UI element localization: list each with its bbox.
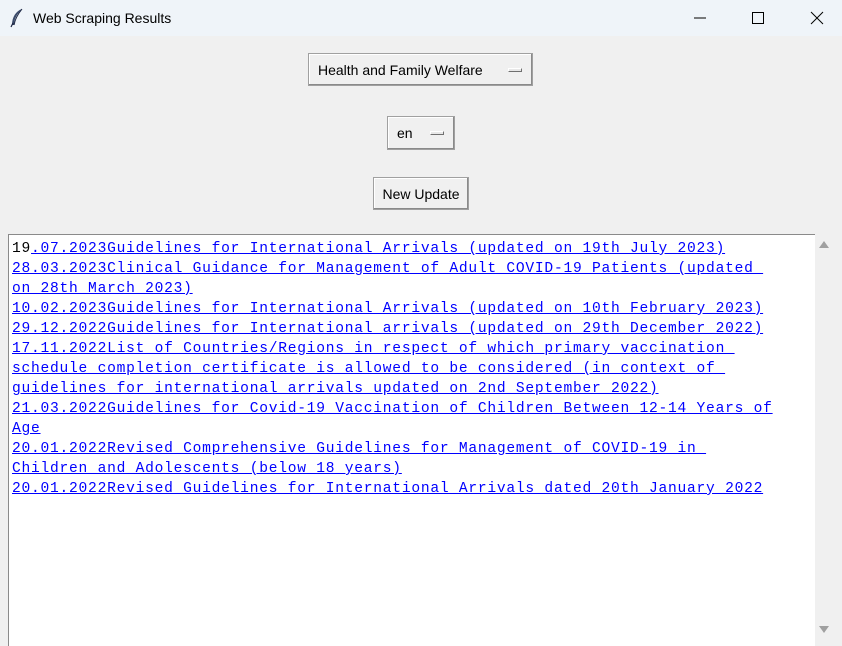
result-link[interactable]: Age xyxy=(12,421,41,437)
maximize-icon xyxy=(752,12,764,24)
result-link[interactable]: Children and Adolescents (below 18 years… xyxy=(12,461,402,477)
result-link[interactable]: 17.11.2022List of Countries/Regions in r… xyxy=(12,341,735,357)
result-link[interactable]: 20.01.2022Revised Comprehensive Guidelin… xyxy=(12,441,706,457)
results-text-area[interactable]: 19.07.2023Guidelines for International A… xyxy=(8,234,815,646)
scroll-down-arrow-icon[interactable] xyxy=(819,626,829,633)
vertical-scrollbar[interactable] xyxy=(815,234,834,646)
result-line[interactable]: Children and Adolescents (below 18 years… xyxy=(12,459,815,479)
result-link[interactable]: 21.03.2022Guidelines for Covid-19 Vaccin… xyxy=(12,401,773,417)
result-line[interactable]: 28.03.2023Clinical Guidance for Manageme… xyxy=(12,259,815,279)
title-bar: Web Scraping Results xyxy=(0,0,842,36)
department-dropdown[interactable]: Health and Family Welfare xyxy=(308,53,533,86)
feather-icon xyxy=(10,8,23,28)
result-line[interactable]: 20.01.2022Revised Comprehensive Guidelin… xyxy=(12,439,815,459)
result-link[interactable]: 29.12.2022Guidelines for International a… xyxy=(12,321,763,337)
result-line[interactable]: 21.03.2022Guidelines for Covid-19 Vaccin… xyxy=(12,399,815,419)
close-button[interactable] xyxy=(794,0,840,36)
language-dropdown-label: en xyxy=(397,125,413,141)
close-icon xyxy=(810,11,824,25)
window-title: Web Scraping Results xyxy=(33,10,172,26)
language-dropdown[interactable]: en xyxy=(387,116,455,150)
result-line[interactable]: 19.07.2023Guidelines for International A… xyxy=(12,239,815,259)
result-line[interactable]: 17.11.2022List of Countries/Regions in r… xyxy=(12,339,815,359)
dropdown-indicator-icon xyxy=(430,131,444,135)
result-line[interactable]: schedule completion certificate is allow… xyxy=(12,359,815,379)
maximize-button[interactable] xyxy=(735,0,781,36)
result-link[interactable]: 28.03.2023Clinical Guidance for Manageme… xyxy=(12,261,763,277)
result-line[interactable]: 20.01.2022Revised Guidelines for Interna… xyxy=(12,479,815,499)
scroll-up-arrow-icon[interactable] xyxy=(819,241,829,248)
result-link[interactable]: on 28th March 2023) xyxy=(12,281,193,297)
result-line[interactable]: on 28th March 2023) xyxy=(12,279,815,299)
result-line-prefix: 19 xyxy=(12,241,32,257)
new-update-button[interactable]: New Update xyxy=(373,177,469,210)
result-link[interactable]: 20.01.2022Revised Guidelines for Interna… xyxy=(12,481,763,497)
result-line[interactable]: guidelines for international arrivals up… xyxy=(12,379,815,399)
department-dropdown-label: Health and Family Welfare xyxy=(318,61,483,78)
result-line[interactable]: Age xyxy=(12,419,815,439)
result-link[interactable]: .07.2023Guidelines for International Arr… xyxy=(31,241,725,257)
dropdown-indicator-icon xyxy=(508,67,522,72)
minimize-icon xyxy=(694,17,706,19)
result-line[interactable]: 29.12.2022Guidelines for International a… xyxy=(12,319,815,339)
result-line[interactable]: 10.02.2023Guidelines for International A… xyxy=(12,299,815,319)
result-link[interactable]: 10.02.2023Guidelines for International A… xyxy=(12,301,763,317)
result-link[interactable]: guidelines for international arrivals up… xyxy=(12,381,659,397)
minimize-button[interactable] xyxy=(677,0,723,36)
result-link[interactable]: schedule completion certificate is allow… xyxy=(12,361,725,377)
